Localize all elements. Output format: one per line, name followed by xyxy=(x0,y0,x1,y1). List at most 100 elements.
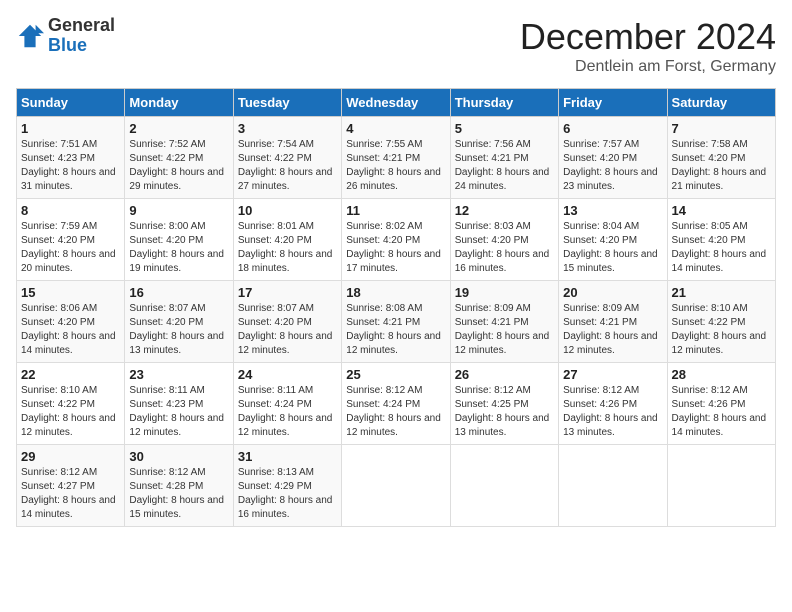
calendar-cell: 19Sunrise: 8:09 AMSunset: 4:21 PMDayligh… xyxy=(450,281,558,363)
day-number: 30 xyxy=(129,449,228,464)
day-number: 25 xyxy=(346,367,445,382)
day-info: Sunrise: 8:06 AMSunset: 4:20 PMDaylight:… xyxy=(21,302,120,358)
day-number: 18 xyxy=(346,285,445,300)
day-info: Sunrise: 8:03 AMSunset: 4:20 PMDaylight:… xyxy=(455,220,554,276)
day-number: 22 xyxy=(21,367,120,382)
day-header-sunday: Sunday xyxy=(17,89,125,117)
logo-line2: Blue xyxy=(48,35,87,55)
calendar-cell: 17 Sunrise: 8:07 AMSunset: 4:20 PMDayligh… xyxy=(233,281,341,363)
day-info: Sunrise: 8:07 AMSunset: 4:20 PMDaylight:… xyxy=(238,302,337,358)
day-info: Sunrise: 7:58 AMSunset: 4:20 PMDaylight:… xyxy=(672,138,771,194)
day-number: 27 xyxy=(563,367,662,382)
logo: General Blue xyxy=(16,16,115,56)
day-number: 6 xyxy=(563,121,662,136)
calendar-cell: 12 Sunrise: 8:03 AMSunset: 4:20 PMDayligh… xyxy=(450,199,558,281)
calendar-cell: 18 Sunrise: 8:08 AMSunset: 4:21 PMDayligh… xyxy=(342,281,450,363)
day-info: Sunrise: 7:54 AMSunset: 4:22 PMDaylight:… xyxy=(238,138,337,194)
day-number: 3 xyxy=(238,121,337,136)
calendar-cell xyxy=(667,445,775,527)
day-info: Sunrise: 8:12 AMSunset: 4:24 PMDaylight:… xyxy=(346,384,445,440)
calendar-cell: 16Sunrise: 8:07 AMSunset: 4:20 PMDayligh… xyxy=(125,281,233,363)
day-number: 5 xyxy=(455,121,554,136)
calendar-cell: 30 Sunrise: 8:12 AMSunset: 4:28 PMDayligh… xyxy=(125,445,233,527)
day-number: 2 xyxy=(129,121,228,136)
calendar-header-row: SundayMondayTuesdayWednesdayThursdayFrid… xyxy=(17,89,776,117)
day-number: 20 xyxy=(563,285,662,300)
logo-text: General Blue xyxy=(48,16,115,56)
calendar-cell: 2 Sunrise: 7:52 AMSunset: 4:22 PMDaylight… xyxy=(125,117,233,199)
day-info: Sunrise: 8:07 AMSunset: 4:20 PMDaylight:… xyxy=(129,302,228,358)
calendar-cell: 13 Sunrise: 8:04 AMSunset: 4:20 PMDayligh… xyxy=(559,199,667,281)
day-info: Sunrise: 8:12 AMSunset: 4:26 PMDaylight:… xyxy=(672,384,771,440)
calendar-cell: 24 Sunrise: 8:11 AMSunset: 4:24 PMDayligh… xyxy=(233,363,341,445)
day-number: 29 xyxy=(21,449,120,464)
day-number: 7 xyxy=(672,121,771,136)
calendar-cell: 20 Sunrise: 8:09 AMSunset: 4:21 PMDayligh… xyxy=(559,281,667,363)
calendar-cell: 5 Sunrise: 7:56 AMSunset: 4:21 PMDaylight… xyxy=(450,117,558,199)
day-info: Sunrise: 7:55 AMSunset: 4:21 PMDaylight:… xyxy=(346,138,445,194)
day-header-monday: Monday xyxy=(125,89,233,117)
day-info: Sunrise: 8:12 AMSunset: 4:25 PMDaylight:… xyxy=(455,384,554,440)
calendar-cell: 31 Sunrise: 8:13 AMSunset: 4:29 PMDayligh… xyxy=(233,445,341,527)
day-info: Sunrise: 8:00 AMSunset: 4:20 PMDaylight:… xyxy=(129,220,228,276)
day-header-saturday: Saturday xyxy=(667,89,775,117)
day-number: 4 xyxy=(346,121,445,136)
logo-icon xyxy=(16,22,44,50)
calendar-cell xyxy=(450,445,558,527)
calendar-cell: 4 Sunrise: 7:55 AMSunset: 4:21 PMDaylight… xyxy=(342,117,450,199)
day-number: 17 xyxy=(238,285,337,300)
day-number: 23 xyxy=(129,367,228,382)
day-header-wednesday: Wednesday xyxy=(342,89,450,117)
day-info: Sunrise: 8:12 AMSunset: 4:28 PMDaylight:… xyxy=(129,466,228,522)
calendar-cell: 28 Sunrise: 8:12 AMSunset: 4:26 PMDayligh… xyxy=(667,363,775,445)
day-info: Sunrise: 8:08 AMSunset: 4:21 PMDaylight:… xyxy=(346,302,445,358)
calendar-table: SundayMondayTuesdayWednesdayThursdayFrid… xyxy=(16,88,776,527)
calendar-cell: 7 Sunrise: 7:58 AMSunset: 4:20 PMDaylight… xyxy=(667,117,775,199)
calendar-week-2: 8Sunrise: 7:59 AMSunset: 4:20 PMDaylight… xyxy=(17,199,776,281)
calendar-cell: 29Sunrise: 8:12 AMSunset: 4:27 PMDayligh… xyxy=(17,445,125,527)
day-header-friday: Friday xyxy=(559,89,667,117)
day-info: Sunrise: 7:56 AMSunset: 4:21 PMDaylight:… xyxy=(455,138,554,194)
calendar-cell: 8Sunrise: 7:59 AMSunset: 4:20 PMDaylight… xyxy=(17,199,125,281)
calendar-cell: 15Sunrise: 8:06 AMSunset: 4:20 PMDayligh… xyxy=(17,281,125,363)
day-info: Sunrise: 8:11 AMSunset: 4:24 PMDaylight:… xyxy=(238,384,337,440)
day-info: Sunrise: 8:10 AMSunset: 4:22 PMDaylight:… xyxy=(672,302,771,358)
day-header-thursday: Thursday xyxy=(450,89,558,117)
day-number: 24 xyxy=(238,367,337,382)
location-title: Dentlein am Forst, Germany xyxy=(520,58,776,76)
day-info: Sunrise: 8:04 AMSunset: 4:20 PMDaylight:… xyxy=(563,220,662,276)
day-number: 28 xyxy=(672,367,771,382)
calendar-cell: 26Sunrise: 8:12 AMSunset: 4:25 PMDayligh… xyxy=(450,363,558,445)
day-info: Sunrise: 8:12 AMSunset: 4:26 PMDaylight:… xyxy=(563,384,662,440)
logo-line1: General xyxy=(48,15,115,35)
day-info: Sunrise: 8:13 AMSunset: 4:29 PMDaylight:… xyxy=(238,466,337,522)
day-number: 21 xyxy=(672,285,771,300)
calendar-cell: 21 Sunrise: 8:10 AMSunset: 4:22 PMDayligh… xyxy=(667,281,775,363)
day-number: 14 xyxy=(672,203,771,218)
day-info: Sunrise: 8:01 AMSunset: 4:20 PMDaylight:… xyxy=(238,220,337,276)
day-number: 1 xyxy=(21,121,120,136)
day-info: Sunrise: 8:10 AMSunset: 4:22 PMDaylight:… xyxy=(21,384,120,440)
month-title: December 2024 xyxy=(520,16,776,58)
day-number: 10 xyxy=(238,203,337,218)
calendar-cell: 11 Sunrise: 8:02 AMSunset: 4:20 PMDayligh… xyxy=(342,199,450,281)
day-info: Sunrise: 8:09 AMSunset: 4:21 PMDaylight:… xyxy=(455,302,554,358)
calendar-cell: 23 Sunrise: 8:11 AMSunset: 4:23 PMDayligh… xyxy=(125,363,233,445)
day-info: Sunrise: 8:09 AMSunset: 4:21 PMDaylight:… xyxy=(563,302,662,358)
calendar-cell: 25 Sunrise: 8:12 AMSunset: 4:24 PMDayligh… xyxy=(342,363,450,445)
calendar-cell: 6 Sunrise: 7:57 AMSunset: 4:20 PMDaylight… xyxy=(559,117,667,199)
day-number: 12 xyxy=(455,203,554,218)
calendar-week-1: 1Sunrise: 7:51 AMSunset: 4:23 PMDaylight… xyxy=(17,117,776,199)
calendar-cell xyxy=(559,445,667,527)
day-number: 31 xyxy=(238,449,337,464)
day-number: 11 xyxy=(346,203,445,218)
calendar-cell: 14Sunrise: 8:05 AMSunset: 4:20 PMDayligh… xyxy=(667,199,775,281)
calendar-body: 1Sunrise: 7:51 AMSunset: 4:23 PMDaylight… xyxy=(17,117,776,527)
day-info: Sunrise: 7:57 AMSunset: 4:20 PMDaylight:… xyxy=(563,138,662,194)
day-info: Sunrise: 7:52 AMSunset: 4:22 PMDaylight:… xyxy=(129,138,228,194)
day-info: Sunrise: 8:11 AMSunset: 4:23 PMDaylight:… xyxy=(129,384,228,440)
day-header-tuesday: Tuesday xyxy=(233,89,341,117)
day-number: 13 xyxy=(563,203,662,218)
day-info: Sunrise: 8:02 AMSunset: 4:20 PMDaylight:… xyxy=(346,220,445,276)
calendar-week-3: 15Sunrise: 8:06 AMSunset: 4:20 PMDayligh… xyxy=(17,281,776,363)
